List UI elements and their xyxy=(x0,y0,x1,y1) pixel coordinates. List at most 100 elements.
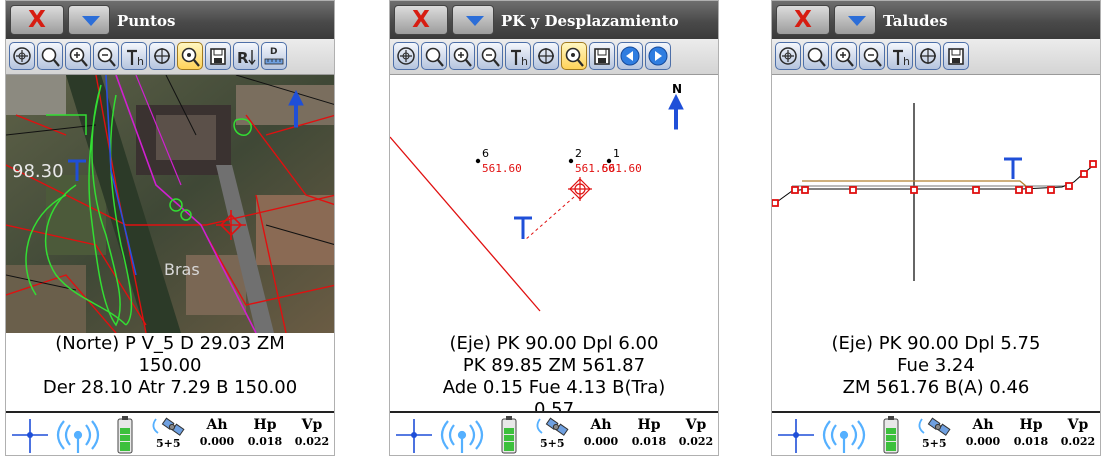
close-label: X xyxy=(794,7,812,33)
satellite-count-value: 5+5 xyxy=(156,437,181,450)
satellite-icon xyxy=(536,417,569,436)
window-title: Puntos xyxy=(117,12,176,30)
zoom-in-icon xyxy=(835,47,854,67)
point-height: 561.60 xyxy=(602,162,642,175)
measure-button[interactable]: D xyxy=(261,42,287,70)
zoom-window-button[interactable] xyxy=(421,42,447,70)
ah-readout: Ah 0.000 xyxy=(962,416,1004,450)
crosshair-icon xyxy=(12,419,48,453)
battery-icon xyxy=(883,416,899,454)
info-line: Ade 0.15 Fue 4.13 B(Tra) xyxy=(442,377,666,398)
save-button[interactable] xyxy=(943,42,969,70)
satellite-icon xyxy=(152,417,185,436)
track-position-button[interactable] xyxy=(177,42,203,70)
zoom-out-icon xyxy=(481,47,500,67)
satellite-count: 5+5 xyxy=(156,436,181,452)
zoom-in-button[interactable] xyxy=(65,42,91,70)
satellite-count: 5+5 xyxy=(922,436,947,452)
cross-section-canvas[interactable] xyxy=(772,75,1100,333)
hp-value: 0.018 xyxy=(1013,435,1049,448)
point-label: 98.30 xyxy=(12,161,64,182)
ah-value: 0.000 xyxy=(199,435,235,448)
title-bar: X PK y Desplazamiento xyxy=(390,1,718,39)
zoom-window-button[interactable] xyxy=(803,42,829,70)
zoom-out-button[interactable] xyxy=(477,42,503,70)
status-bar: 5+5 Ah 0.000 Hp 0.018 Vp 0.022 xyxy=(390,411,718,455)
info-line: 150.00 xyxy=(138,355,202,376)
rotate-button[interactable]: R xyxy=(233,42,259,70)
station-height-button[interactable]: h xyxy=(505,42,531,70)
status-bar: 5+5 Ah 0.000 Hp 0.018 Vp 0.022 xyxy=(6,411,334,455)
save-button[interactable] xyxy=(205,42,231,70)
orthophoto-map[interactable]: 98.30 Bras xyxy=(6,75,334,333)
track-position-button[interactable] xyxy=(561,42,587,70)
zoom-window-icon xyxy=(807,47,826,67)
ah-readout: Ah 0.000 xyxy=(580,416,622,450)
north-label: N xyxy=(672,82,682,96)
station-height-button[interactable]: h xyxy=(121,42,147,70)
zoom-extent-icon xyxy=(779,47,797,65)
center-position-icon xyxy=(920,48,936,64)
ah-value: 0.000 xyxy=(583,435,619,448)
zoom-extent-button[interactable] xyxy=(775,42,801,70)
measure-icon: D xyxy=(264,47,284,65)
info-line: (Eje) PK 90.00 Dpl 5.75 xyxy=(831,333,1041,354)
zoom-in-button[interactable] xyxy=(831,42,857,70)
menu-dropdown-button[interactable] xyxy=(834,5,876,35)
point-height: 561.60 xyxy=(482,162,522,175)
center-position-button[interactable] xyxy=(915,42,941,70)
info-line: Der 28.10 Atr 7.29 B 150.00 xyxy=(42,377,298,398)
info-panel: (Eje) PK 90.00 Dpl 5.75 Fue 3.24 ZM 561.… xyxy=(772,333,1100,411)
stakeout-map-canvas[interactable]: N 6 561.60 2 561.60 1 561.60 xyxy=(390,75,718,333)
zoom-extent-button[interactable] xyxy=(393,42,419,70)
crosshair-icon xyxy=(396,419,432,453)
info-line: ZM 561.76 B(A) 0.46 xyxy=(842,377,1030,398)
info-line: PK 89.85 ZM 561.87 xyxy=(462,355,646,376)
close-button[interactable]: X xyxy=(10,5,64,35)
info-line: (Eje) PK 90.00 Dpl 6.00 xyxy=(449,333,659,354)
zoom-window-icon xyxy=(425,47,444,67)
battery-icon xyxy=(117,416,133,454)
zoom-in-icon xyxy=(453,47,472,67)
zoom-out-icon xyxy=(97,47,116,67)
station-height-icon: h xyxy=(893,49,910,67)
center-position-icon xyxy=(538,48,554,64)
menu-dropdown-button[interactable] xyxy=(452,5,494,35)
zoom-out-button[interactable] xyxy=(859,42,885,70)
orthophoto-map-canvas[interactable]: 98.30 Bras xyxy=(6,75,334,333)
toolbar: hRD xyxy=(6,39,334,75)
menu-dropdown-button[interactable] xyxy=(68,5,110,35)
vp-label: Vp xyxy=(685,417,707,433)
radio-signal-icon xyxy=(440,420,484,453)
station-height-button[interactable]: h xyxy=(887,42,913,70)
center-position-button[interactable] xyxy=(533,42,559,70)
track-position-icon xyxy=(181,47,200,67)
vp-readout: Vp 0.022 xyxy=(291,416,333,450)
zoom-extent-icon xyxy=(13,47,31,65)
save-button[interactable] xyxy=(589,42,615,70)
zoom-in-button[interactable] xyxy=(449,42,475,70)
svg-text:R: R xyxy=(237,49,249,67)
vp-value: 0.022 xyxy=(678,435,714,448)
zoom-window-button[interactable] xyxy=(37,42,63,70)
next-button[interactable] xyxy=(645,42,671,70)
chevron-down-icon xyxy=(82,16,100,26)
radio-signal-icon xyxy=(56,420,100,453)
close-button[interactable]: X xyxy=(394,5,448,35)
center-position-button[interactable] xyxy=(149,42,175,70)
cross-section-view[interactable] xyxy=(772,75,1100,333)
zoom-out-button[interactable] xyxy=(93,42,119,70)
close-button[interactable]: X xyxy=(776,5,830,35)
place-label: Bras xyxy=(164,260,200,279)
info-line: Fue 3.24 xyxy=(897,355,975,376)
zoom-extent-button[interactable] xyxy=(9,42,35,70)
hp-readout: Hp 0.018 xyxy=(628,416,670,450)
hp-value: 0.018 xyxy=(247,435,283,448)
hp-label: Hp xyxy=(253,417,277,433)
svg-text:D: D xyxy=(270,47,277,57)
stakeout-map[interactable]: N 6 561.60 2 561.60 1 561.60 xyxy=(390,75,718,333)
previous-icon xyxy=(620,46,640,66)
previous-button[interactable] xyxy=(617,42,643,70)
vp-readout: Vp 0.022 xyxy=(1057,416,1099,450)
battery-icon xyxy=(501,416,517,454)
